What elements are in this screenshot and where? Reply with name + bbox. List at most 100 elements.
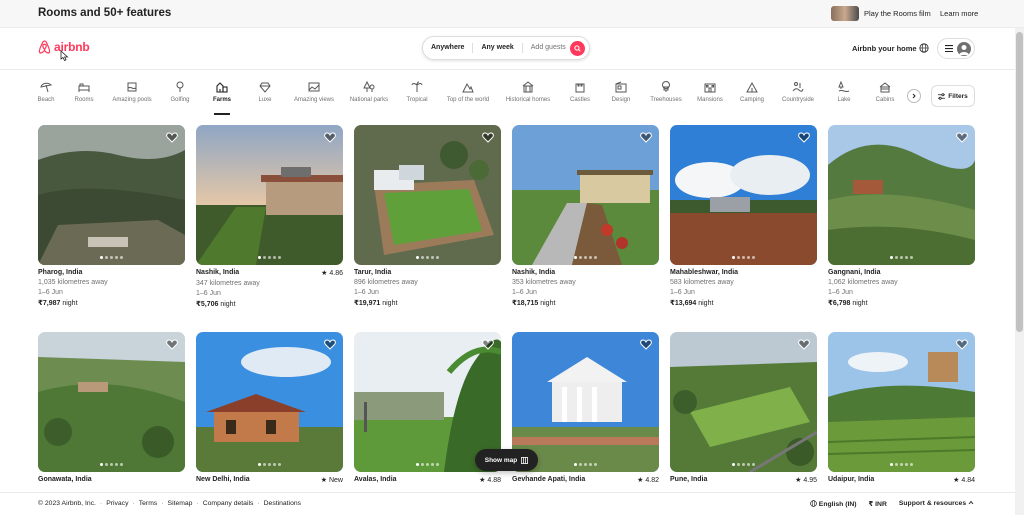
rating-value: 4.86 bbox=[329, 270, 343, 277]
treehouse-icon bbox=[662, 81, 670, 92]
listing-price-unit: night bbox=[852, 300, 868, 307]
avatar bbox=[957, 41, 971, 56]
support-resources-button[interactable]: Support & resources bbox=[899, 500, 974, 508]
search-anywhere[interactable]: Anywhere bbox=[423, 43, 474, 53]
heart-icon[interactable] bbox=[640, 132, 652, 143]
carousel-dots bbox=[828, 463, 975, 466]
show-map-button[interactable]: Show map bbox=[475, 449, 538, 471]
category-top-of-the-world[interactable]: Top of the world bbox=[438, 78, 498, 103]
listing-rating: ★ 4.82 bbox=[637, 477, 659, 484]
heart-icon[interactable] bbox=[482, 132, 494, 143]
film-thumbnail[interactable] bbox=[831, 6, 859, 21]
listing-dates: 1–6 Jun bbox=[354, 289, 379, 296]
search-button[interactable] bbox=[570, 41, 585, 56]
scrollbar-thumb[interactable] bbox=[1016, 32, 1023, 332]
listing-photo[interactable] bbox=[828, 332, 975, 472]
listing-card[interactable]: New Delhi, India ★ New bbox=[196, 332, 343, 484]
listing-location: Pharog, India bbox=[38, 269, 83, 276]
listing-photo[interactable] bbox=[512, 125, 659, 265]
promo-bar: Rooms and 50+ features Play the Rooms fi… bbox=[0, 0, 1024, 28]
listing-location: Nashik, India bbox=[512, 269, 556, 276]
listing-photo[interactable] bbox=[670, 332, 817, 472]
heart-icon[interactable] bbox=[956, 132, 968, 143]
categories-next-button[interactable] bbox=[907, 89, 921, 103]
header: airbnb Anywhere Any week Add guests Airb… bbox=[0, 28, 1024, 70]
listing-price: ₹5,706 bbox=[196, 301, 219, 308]
listing-location: Gevhande Apati, India bbox=[512, 476, 586, 483]
category-bar: Beach Rooms Amazing pools Golfing Farms … bbox=[0, 78, 1024, 118]
learn-more-link[interactable]: Learn more bbox=[940, 9, 978, 18]
category-label: Historical homes bbox=[505, 97, 551, 103]
footer-link-destinations[interactable]: Destinations bbox=[264, 500, 301, 507]
listing-rating: ★ 4.84 bbox=[953, 477, 975, 484]
play-film-link[interactable]: Play the Rooms film bbox=[864, 9, 931, 18]
footer-link-privacy[interactable]: Privacy bbox=[106, 500, 128, 507]
category-historical-homes[interactable]: Historical homes bbox=[498, 78, 558, 103]
park-icon bbox=[363, 81, 375, 92]
listing-distance: 583 kilometres away bbox=[670, 279, 734, 286]
heart-icon[interactable] bbox=[956, 339, 968, 350]
listing-photo[interactable] bbox=[354, 125, 501, 265]
heart-icon[interactable] bbox=[324, 339, 336, 350]
carousel-dots bbox=[196, 256, 343, 259]
listing-card[interactable]: Gonawata, India bbox=[38, 332, 185, 483]
footer-link-terms[interactable]: Terms bbox=[139, 500, 158, 507]
support-label: Support & resources bbox=[898, 500, 967, 507]
listing-card[interactable]: Pune, India ★ 4.95 bbox=[670, 332, 817, 484]
listing-photo[interactable] bbox=[196, 332, 343, 472]
listing-location: Udaipur, India bbox=[828, 476, 875, 483]
view-icon bbox=[308, 82, 320, 92]
listing-photo[interactable] bbox=[196, 125, 343, 265]
listing-card[interactable]: Nashik, India 353 kilometres away 1–6 Ju… bbox=[512, 125, 659, 307]
heart-icon[interactable] bbox=[640, 339, 652, 350]
search-add-guests[interactable]: Add guests bbox=[523, 43, 570, 53]
carousel-dots bbox=[670, 256, 817, 259]
listing-photo[interactable] bbox=[38, 125, 185, 265]
listing-location: Avalas, India bbox=[354, 476, 397, 483]
heart-icon[interactable] bbox=[798, 339, 810, 350]
footer-link-company-details[interactable]: Company details bbox=[203, 500, 254, 507]
historic-home-icon bbox=[522, 81, 534, 93]
bed-icon bbox=[78, 83, 90, 92]
category-cabins[interactable]: Cabins bbox=[855, 78, 915, 103]
listing-price-unit: night bbox=[382, 300, 398, 307]
listing-card[interactable]: Gangnani, India 1,062 kilometres away 1–… bbox=[828, 125, 975, 307]
search-any-week[interactable]: Any week bbox=[473, 43, 523, 53]
listing-card[interactable]: Mahableshwar, India 583 kilometres away … bbox=[670, 125, 817, 307]
listing-photo[interactable] bbox=[828, 125, 975, 265]
user-menu-button[interactable] bbox=[937, 38, 975, 59]
heart-icon[interactable] bbox=[798, 132, 810, 143]
listing-photo[interactable] bbox=[670, 125, 817, 265]
cabin-icon bbox=[879, 82, 891, 93]
airbnb-your-home-link[interactable]: Airbnb your home bbox=[852, 44, 917, 53]
listing-price-line: ₹13,694 night bbox=[670, 299, 817, 307]
lake-icon bbox=[838, 81, 850, 92]
language-selector[interactable]: English (IN) bbox=[810, 500, 857, 508]
carousel-dots bbox=[38, 463, 185, 466]
footer-link-sitemap[interactable]: Sitemap bbox=[168, 500, 193, 507]
chevron-up-icon bbox=[968, 500, 974, 505]
listing-price-line: ₹5,706 night bbox=[196, 300, 343, 308]
listing-card[interactable]: Tarur, India 896 kilometres away 1–6 Jun… bbox=[354, 125, 501, 307]
mouse-pointer-icon bbox=[60, 50, 69, 61]
heart-icon[interactable] bbox=[166, 339, 178, 350]
listing-price: ₹19,971 bbox=[354, 300, 381, 307]
mountain-icon bbox=[462, 82, 474, 93]
page-scrollbar[interactable] bbox=[1015, 28, 1024, 515]
listing-card[interactable]: Nashik, India ★ 4.86 347 kilometres away … bbox=[196, 125, 343, 308]
category-label: Top of the world bbox=[446, 97, 490, 103]
heart-icon[interactable] bbox=[482, 339, 494, 350]
filters-label: Filters bbox=[948, 92, 968, 100]
listing-price-line: ₹18,715 night bbox=[512, 299, 659, 307]
currency-selector[interactable]: ₹ INR bbox=[869, 500, 887, 508]
listing-card[interactable]: Pharog, India 1,035 kilometres away 1–6 … bbox=[38, 125, 185, 307]
carousel-dots bbox=[828, 256, 975, 259]
category-amazing-views[interactable]: Amazing views bbox=[284, 78, 344, 103]
listing-photo[interactable] bbox=[38, 332, 185, 472]
heart-icon[interactable] bbox=[324, 132, 336, 143]
filters-button[interactable]: Filters bbox=[931, 85, 975, 107]
heart-icon[interactable] bbox=[166, 132, 178, 143]
search-bar[interactable]: Anywhere Any week Add guests bbox=[422, 36, 590, 60]
listing-card[interactable]: Udaipur, India ★ 4.84 bbox=[828, 332, 975, 484]
globe-icon[interactable] bbox=[919, 43, 929, 53]
